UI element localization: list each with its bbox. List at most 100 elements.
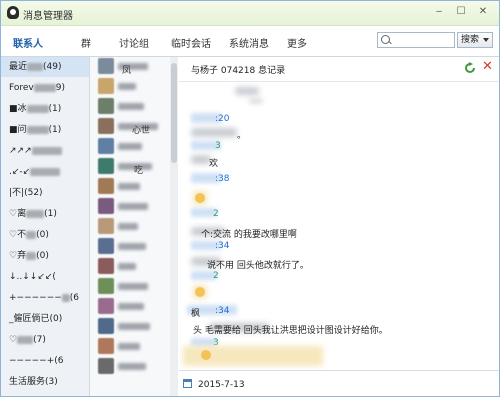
avatar bbox=[98, 58, 114, 74]
message-time: :34 bbox=[215, 306, 230, 316]
friend-item[interactable] bbox=[96, 297, 170, 317]
date-picker-bar[interactable]: 2015-7-13 bbox=[179, 370, 499, 396]
group-item[interactable]: ♡离 (1) bbox=[1, 204, 89, 224]
tab-system-messages[interactable]: 系统消息 bbox=[229, 35, 269, 50]
avatar bbox=[98, 98, 114, 114]
group-item[interactable]: +−−−−−− (6 bbox=[1, 288, 89, 308]
group-count: (49) bbox=[43, 62, 62, 72]
group-item[interactable]: ♡弃 (0) bbox=[1, 246, 89, 266]
friend-item[interactable] bbox=[96, 197, 170, 217]
emoticon-icon bbox=[195, 287, 205, 297]
refresh-icon[interactable] bbox=[464, 62, 476, 74]
friend-item[interactable] bbox=[96, 57, 170, 77]
friend-item[interactable] bbox=[96, 97, 170, 117]
friend-item[interactable] bbox=[96, 137, 170, 157]
group-count: (0) bbox=[49, 314, 63, 324]
friend-item[interactable] bbox=[96, 217, 170, 237]
avatar bbox=[98, 178, 114, 194]
message-text: 头 毛需要给 回头我让洪思把设计图设计好给你。 bbox=[193, 326, 388, 336]
tab-more[interactable]: 更多 bbox=[287, 35, 307, 50]
group-count: (6 bbox=[54, 356, 64, 366]
minimize-button[interactable]: ‒ bbox=[431, 6, 447, 18]
group-item[interactable]: 生活服务(3) bbox=[1, 372, 89, 392]
group-item[interactable]: ■冰 (1) bbox=[1, 99, 89, 119]
chevron-down-icon bbox=[483, 38, 489, 42]
group-name: ♡ bbox=[9, 335, 18, 345]
group-item[interactable]: ■问 (1) bbox=[1, 120, 89, 140]
group-count: 9) bbox=[55, 83, 65, 93]
message-text: 欢 bbox=[209, 159, 219, 169]
avatar bbox=[98, 338, 114, 354]
tab-discussions[interactable]: 讨论组 bbox=[119, 35, 149, 50]
group-item[interactable]: 最近 (49) bbox=[1, 57, 89, 77]
tab-temp-sessions[interactable]: 临时会话 bbox=[171, 35, 211, 50]
calendar-icon[interactable] bbox=[183, 379, 192, 388]
group-item[interactable]: ♡不 (0) bbox=[1, 225, 89, 245]
friend-name-fragment: 凤 bbox=[122, 66, 132, 76]
group-item[interactable]: _僱匠倘已(0) bbox=[1, 309, 89, 329]
group-item[interactable]: Forev 9) bbox=[1, 78, 89, 98]
chat-title: 与杨子 074218 息记录 bbox=[191, 66, 286, 76]
search-input[interactable] bbox=[377, 32, 455, 48]
avatar bbox=[98, 298, 114, 314]
friend-item[interactable] bbox=[96, 177, 170, 197]
friend-list: 凤 心世 吃 bbox=[90, 57, 170, 396]
friend-item[interactable] bbox=[96, 317, 170, 337]
friend-item[interactable] bbox=[96, 337, 170, 357]
avatar bbox=[98, 218, 114, 234]
message-time: 2 bbox=[213, 209, 219, 219]
group-item[interactable]: ♡ (7) bbox=[1, 330, 89, 350]
scrollbar-thumb[interactable] bbox=[171, 63, 177, 163]
group-name: |不| bbox=[9, 188, 25, 198]
emoticon-icon bbox=[201, 350, 211, 360]
search-button[interactable]: 搜索 bbox=[457, 32, 493, 48]
group-item[interactable]: ↗↗↗ bbox=[1, 141, 89, 161]
friend-item[interactable] bbox=[96, 277, 170, 297]
group-name: ■问 bbox=[9, 125, 27, 135]
delete-icon[interactable]: ✕ bbox=[482, 60, 493, 74]
group-count: (7) bbox=[33, 335, 46, 345]
avatar bbox=[98, 118, 114, 134]
friend-item[interactable] bbox=[96, 77, 170, 97]
search-button-label: 搜索 bbox=[461, 35, 480, 45]
group-item[interactable]: ↓..↓↓↙↙( bbox=[1, 267, 89, 287]
tab-groups[interactable]: 群 bbox=[81, 35, 91, 50]
group-name: 最近 bbox=[9, 62, 28, 72]
tab-contacts[interactable]: 联系人 bbox=[13, 35, 43, 50]
group-name: ■冰 bbox=[9, 104, 27, 114]
message-sender: 枫 bbox=[191, 309, 201, 319]
maximize-button[interactable]: ☐ bbox=[453, 6, 469, 18]
date-text: 2015-7-13 bbox=[198, 380, 245, 390]
title-bar: 消息管理器 ‒ ☐ ✕ bbox=[1, 1, 499, 26]
group-count: (1) bbox=[48, 104, 62, 114]
group-item[interactable]: .↙-↙ bbox=[1, 162, 89, 182]
avatar bbox=[98, 158, 114, 174]
avatar bbox=[98, 278, 114, 294]
message-time: 3 bbox=[215, 141, 221, 151]
group-count: (52) bbox=[24, 188, 43, 198]
group-count: (1) bbox=[44, 209, 57, 219]
avatar bbox=[98, 78, 114, 94]
friend-item[interactable] bbox=[96, 237, 170, 257]
chat-history-panel: 与杨子 074218 息记录 ✕ :20 。 3 欢 :38 2 个:交流 的我… bbox=[179, 57, 499, 396]
friend-item[interactable] bbox=[96, 157, 170, 177]
message-time: :38 bbox=[215, 174, 230, 184]
search-icon bbox=[381, 35, 390, 44]
tab-bar: 联系人 群 讨论组 临时会话 系统消息 更多 搜索 bbox=[1, 26, 499, 57]
avatar bbox=[98, 318, 114, 334]
avatar bbox=[98, 198, 114, 214]
group-name: .↙-↙ bbox=[9, 167, 31, 177]
group-count: (3) bbox=[45, 377, 58, 387]
friend-item[interactable] bbox=[96, 357, 170, 377]
group-name: ♡不 bbox=[9, 230, 27, 240]
message-time: 2 bbox=[213, 271, 219, 281]
close-button[interactable]: ✕ bbox=[475, 6, 491, 18]
friend-name-fragment: 心世 bbox=[132, 126, 151, 136]
group-item[interactable]: −−−−−+(6 bbox=[1, 351, 89, 371]
group-item[interactable]: |不|(52) bbox=[1, 183, 89, 203]
avatar bbox=[98, 358, 114, 374]
friend-item[interactable] bbox=[96, 257, 170, 277]
emoticon-icon bbox=[195, 193, 205, 203]
group-name: ↗↗↗ bbox=[9, 146, 32, 156]
friend-name-fragment: 吃 bbox=[134, 166, 144, 176]
